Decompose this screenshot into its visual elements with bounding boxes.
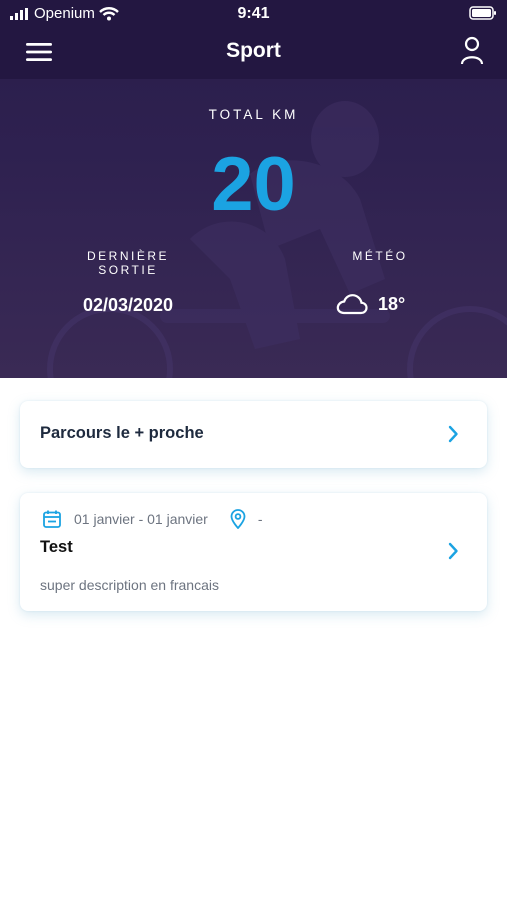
last-ride-label: DERNIÈRE SORTIE <box>78 249 178 277</box>
profile-icon[interactable] <box>459 36 485 66</box>
last-ride-date: 02/03/2020 <box>82 295 174 315</box>
nearest-route-label: Parcours le + proche <box>40 424 204 442</box>
event-dates: 01 janvier - 01 janvier <box>74 511 208 527</box>
weather-value: 18° <box>336 293 405 315</box>
status-time: 9:41 <box>237 5 270 22</box>
chevron-right-icon <box>448 542 458 560</box>
event-meta: 01 janvier - 01 janvier - <box>42 509 263 529</box>
event-title: Test <box>40 538 73 556</box>
last-ride-label-line2: SORTIE <box>98 263 158 277</box>
chevron-right-icon <box>448 425 458 443</box>
temperature: 18° <box>378 293 406 314</box>
page-title: Sport <box>226 39 281 62</box>
navigation-bar: Sport <box>0 30 507 74</box>
status-right <box>469 6 497 25</box>
location-pin-icon <box>230 509 246 529</box>
calendar-icon <box>43 510 61 528</box>
event-location: - <box>257 511 263 527</box>
battery-icon <box>469 6 496 20</box>
status-bar: Openium 9:41 <box>0 0 507 28</box>
cyclist-background-image <box>47 101 507 378</box>
total-km-label: TOTAL KM <box>208 107 299 122</box>
event-description: super description en francais <box>40 577 219 593</box>
event-card[interactable]: 01 janvier - 01 janvier - Test super des… <box>20 493 487 611</box>
nearest-route-card[interactable]: Parcours le + proche <box>20 401 487 468</box>
cloud-icon <box>336 294 368 315</box>
last-ride-label-line1: DERNIÈRE <box>86 249 169 263</box>
total-km-value: 20 <box>211 142 296 227</box>
weather-label: MÉTÉO <box>352 249 408 263</box>
hero-section: Openium 9:41 Sport TOTAL KM 20 DERNIÈRE … <box>0 0 507 378</box>
